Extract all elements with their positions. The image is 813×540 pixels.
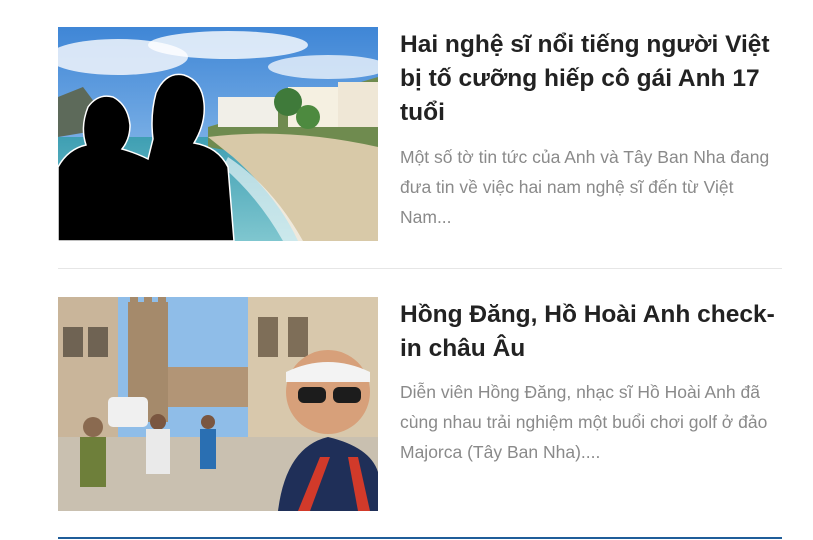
- section-bottom-rule: [58, 537, 782, 539]
- beach-silhouettes-photo: [58, 27, 378, 241]
- article-title[interactable]: Hai nghệ sĩ nổi tiếng người Việt bị tố c…: [400, 28, 780, 130]
- article-thumbnail[interactable]: [58, 297, 378, 511]
- article-item: Hai nghệ sĩ nổi tiếng người Việt bị tố c…: [58, 27, 782, 241]
- article-divider: [58, 268, 782, 269]
- article-excerpt: Diễn viên Hồng Đăng, nhạc sĩ Hồ Hoài Anh…: [400, 382, 768, 462]
- article-excerpt: Một số tờ tin tức của Anh và Tây Ban Nha…: [400, 147, 770, 227]
- article-item: Hồng Đăng, Hồ Hoài Anh check-in châu Âu …: [58, 297, 782, 511]
- article-thumbnail[interactable]: [58, 27, 378, 241]
- selfie-street-photo: [58, 297, 378, 511]
- article-title[interactable]: Hồng Đăng, Hồ Hoài Anh check-in châu Âu: [400, 298, 780, 366]
